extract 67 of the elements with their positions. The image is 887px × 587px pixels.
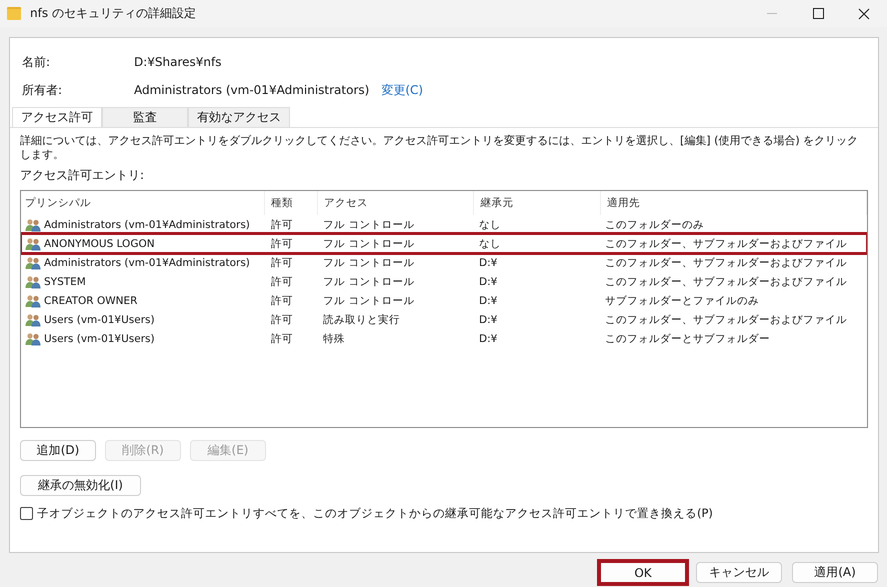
table-cell: このフォルダー、サブフォルダーおよびファイル <box>605 236 847 250</box>
table-cell: D:¥ <box>479 314 498 326</box>
change-link[interactable]: 変更(C) <box>381 82 424 98</box>
list-label: アクセス許可エントリ: <box>20 167 146 184</box>
folder-icon <box>7 7 21 20</box>
users-icon <box>25 256 41 270</box>
users-icon <box>25 332 41 346</box>
dialog-button[interactable]: キャンセル <box>696 562 782 583</box>
checkbox-label: 子オブジェクトのアクセス許可エントリすべてを、このオブジェクトからの継承可能なアクセス許可エントリで置き換える(P) <box>37 506 713 521</box>
column-header[interactable]: 種類 <box>265 191 318 215</box>
table-cell: 許可 <box>271 312 293 326</box>
field-label: 名前: <box>22 54 52 70</box>
table-cell: 許可 <box>271 236 293 250</box>
table-cell: 許可 <box>271 274 293 288</box>
column-header[interactable]: プリンシパル <box>21 191 266 215</box>
field-value: D:¥Shares¥nfs <box>134 55 222 69</box>
table-cell: Users (vm-01¥Users) <box>44 314 155 326</box>
table-cell: 許可 <box>271 332 293 346</box>
table-cell: SYSTEM <box>44 276 86 288</box>
checkbox[interactable] <box>20 507 33 520</box>
field-label: 所有者: <box>22 82 64 98</box>
table-cell: D:¥ <box>479 276 498 288</box>
table-cell: Administrators (vm-01¥Administrators) <box>44 256 250 268</box>
entry-button[interactable]: 追加(D) <box>20 440 96 461</box>
field-value: Administrators (vm-01¥Administrators) <box>134 83 370 97</box>
table-cell: このフォルダーのみ <box>605 218 704 232</box>
table-cell: 許可 <box>271 294 293 308</box>
table-cell: フル コントロール <box>323 294 414 308</box>
table-cell: サブフォルダーとファイルのみ <box>605 294 759 308</box>
table-cell: D:¥ <box>479 256 498 268</box>
table-cell: なし <box>479 236 501 250</box>
column-header[interactable]: 適用先 <box>600 191 867 215</box>
table-cell: Users (vm-01¥Users) <box>44 332 155 344</box>
table-cell: このフォルダー、サブフォルダーおよびファイル <box>605 274 847 288</box>
table-cell: このフォルダーとサブフォルダー <box>605 332 770 346</box>
table-cell: D:¥ <box>479 294 498 306</box>
window-title: nfs のセキュリティの詳細設定 <box>30 5 196 22</box>
table-cell: フル コントロール <box>323 236 414 250</box>
column-header[interactable]: アクセス <box>318 191 474 215</box>
users-icon <box>25 294 41 308</box>
users-icon <box>25 218 41 232</box>
table-cell: CREATOR OWNER <box>44 294 138 306</box>
description-text: 詳細については、アクセス許可エントリをダブルクリックしてください。アクセス許可エントリを変更するには、エントリを選択し、[編集] (使用できる場合) をクリックします。 <box>20 134 860 162</box>
table-cell: Administrators (vm-01¥Administrators) <box>44 218 250 230</box>
table-cell: このフォルダー、サブフォルダーおよびファイル <box>605 312 847 326</box>
dialog-button[interactable]: OK <box>600 562 686 583</box>
users-icon <box>25 312 41 326</box>
dialog-button[interactable]: 適用(A) <box>792 562 878 583</box>
table-cell: フル コントロール <box>323 274 414 288</box>
tab[interactable]: アクセス許可 <box>12 107 102 127</box>
tab[interactable]: 有効なアクセス <box>188 107 290 127</box>
users-icon <box>25 274 41 288</box>
column-header[interactable]: 継承元 <box>474 191 601 215</box>
table-cell: 特殊 <box>323 332 345 346</box>
disable-inheritance-button[interactable]: 継承の無効化(I) <box>20 475 141 496</box>
table-cell: フル コントロール <box>323 256 414 270</box>
table-cell: なし <box>479 218 501 232</box>
table-cell: D:¥ <box>479 332 498 344</box>
table-cell: 読み取りと実行 <box>323 312 400 326</box>
table-cell: ANONYMOUS LOGON <box>44 238 155 250</box>
users-icon <box>25 236 41 250</box>
table-cell: このフォルダー、サブフォルダーおよびファイル <box>605 256 847 270</box>
close-icon <box>858 8 870 20</box>
table-cell: 許可 <box>271 218 293 232</box>
table-cell: 許可 <box>271 256 293 270</box>
table-cell: フル コントロール <box>323 218 414 232</box>
tab[interactable]: 監査 <box>102 107 188 127</box>
